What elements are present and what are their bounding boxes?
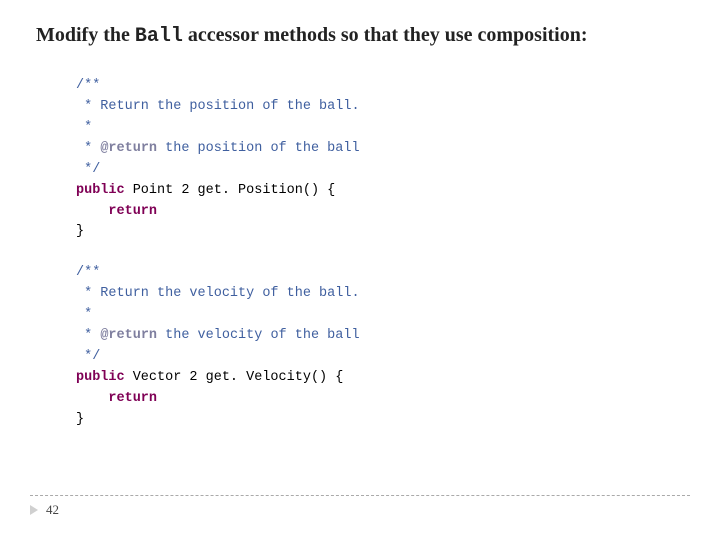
- comment-open: /**: [76, 78, 100, 93]
- comment-line: * Return the position of the ball.: [76, 99, 360, 114]
- code-block-2: /** * Return the velocity of the ball. *…: [76, 263, 690, 430]
- code-block-1: /** * Return the position of the ball. *…: [76, 76, 690, 243]
- code-gap: [30, 243, 690, 263]
- triangle-icon: [30, 505, 38, 515]
- page-number-wrap: 42: [30, 502, 690, 518]
- comment-open: /**: [76, 265, 100, 280]
- close-brace: }: [76, 412, 84, 427]
- close-brace: }: [76, 224, 84, 239]
- kw-public: public: [76, 370, 125, 385]
- slide-heading: Modify the Ball accessor methods so that…: [36, 22, 690, 50]
- slide-content: Modify the Ball accessor methods so that…: [0, 0, 720, 431]
- kw-return: return: [108, 204, 157, 219]
- heading-prefix: Modify the: [36, 24, 135, 46]
- comment-close: */: [76, 349, 100, 364]
- comment-line: *: [76, 120, 92, 135]
- kw-return: return: [108, 391, 157, 406]
- heading-suffix: accessor methods so that they use compos…: [183, 24, 588, 46]
- comment-line: *: [76, 307, 92, 322]
- comment-return: * @return the position of the ball: [76, 141, 360, 156]
- comment-close: */: [76, 162, 100, 177]
- comment-return: * @return the velocity of the ball: [76, 328, 360, 343]
- footer-divider: [30, 495, 690, 496]
- kw-public: public: [76, 183, 125, 198]
- heading-mono: Ball: [135, 25, 183, 48]
- slide-footer: 42: [30, 495, 690, 518]
- page-number: 42: [46, 502, 59, 518]
- comment-line: * Return the velocity of the ball.: [76, 286, 360, 301]
